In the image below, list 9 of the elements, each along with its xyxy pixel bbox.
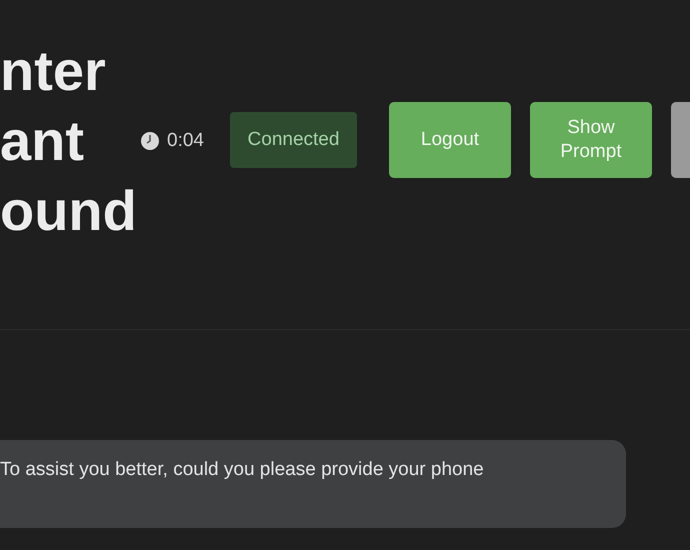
page-title: ound xyxy=(0,178,137,244)
page-title: ant xyxy=(0,108,84,174)
message-text: To assist you better, could you please provide your phone xyxy=(0,459,484,480)
page-title: nter xyxy=(0,38,106,104)
clock-icon xyxy=(140,131,160,151)
header-button[interactable]: Logout xyxy=(388,102,511,178)
status-badge: Connected xyxy=(230,112,357,168)
header-button[interactable]: Show Prompt xyxy=(530,102,652,178)
elapsed-time: 0:04 xyxy=(167,131,204,151)
